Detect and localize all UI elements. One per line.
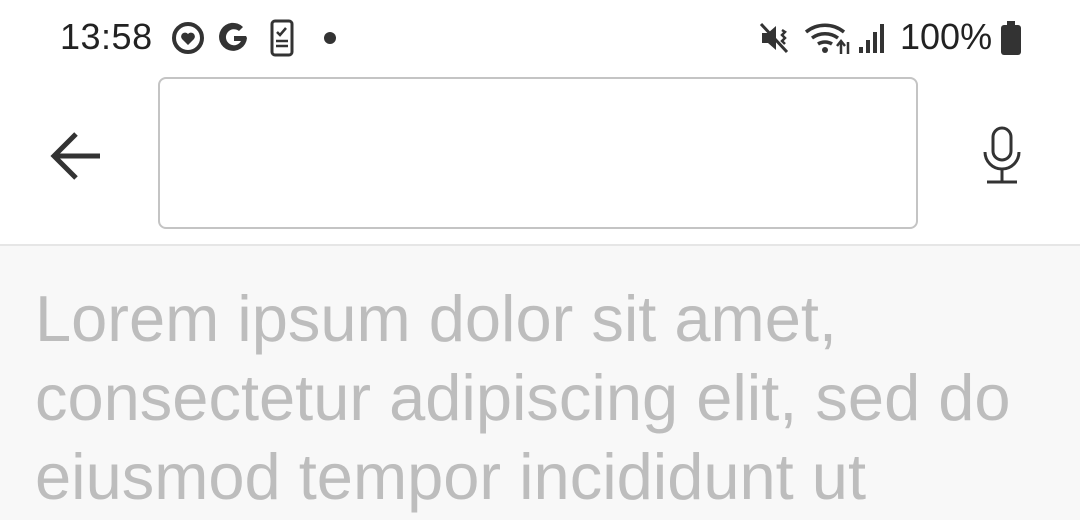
voice-search-button[interactable] <box>962 118 1042 198</box>
status-bar: 13:58 100% <box>0 0 1080 72</box>
battery-percentage: 100% <box>900 16 993 57</box>
checklist-phone-icon <box>268 18 296 58</box>
mute-icon <box>756 18 794 58</box>
google-icon <box>216 18 252 58</box>
sync-heart-icon <box>170 18 206 58</box>
search-input[interactable] <box>158 77 918 229</box>
arrow-left-icon <box>50 131 106 186</box>
wifi-icon <box>802 18 854 58</box>
battery-icon <box>998 18 1024 58</box>
back-button[interactable] <box>38 118 118 198</box>
status-time: 13:58 <box>60 16 153 57</box>
body-text: Lorem ipsum dolor sit amet, consectetur … <box>35 282 1011 513</box>
signal-icon <box>856 18 888 58</box>
content-area: Lorem ipsum dolor sit amet, consectetur … <box>0 246 1080 520</box>
notification-dot-icon <box>318 18 342 58</box>
search-toolbar <box>0 72 1080 246</box>
microphone-icon <box>982 126 1022 191</box>
